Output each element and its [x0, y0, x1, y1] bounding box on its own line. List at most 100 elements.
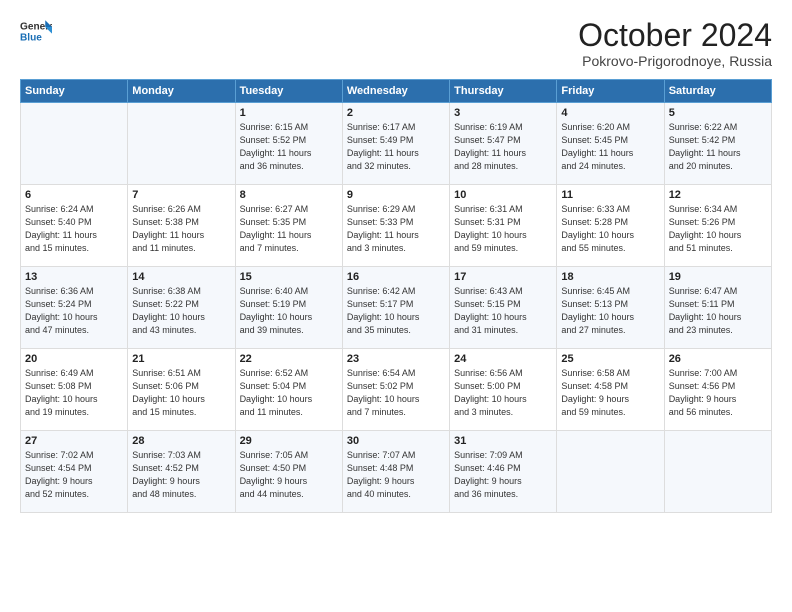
- day-number: 9: [347, 189, 445, 201]
- calendar-cell: 29 Sunrise: 7:05 AMSunset: 4:50 PMDayligh…: [235, 431, 342, 513]
- day-info: Sunrise: 6:58 AMSunset: 4:58 PMDaylight:…: [561, 367, 659, 419]
- day-info: Sunrise: 6:52 AMSunset: 5:04 PMDaylight:…: [240, 367, 338, 419]
- day-number: 3: [454, 107, 552, 119]
- calendar-week-1: 1 Sunrise: 6:15 AMSunset: 5:52 PMDaylight…: [21, 103, 772, 185]
- day-info: Sunrise: 6:36 AMSunset: 5:24 PMDaylight:…: [25, 285, 123, 337]
- calendar-cell: 17Sunrise: 6:43 AMSunset: 5:15 PMDayligh…: [450, 267, 557, 349]
- day-number: 13: [25, 271, 123, 283]
- day-number: 11: [561, 189, 659, 201]
- day-info: Sunrise: 6:45 AMSunset: 5:13 PMDaylight:…: [561, 285, 659, 337]
- day-info: Sunrise: 6:31 AMSunset: 5:31 PMDaylight:…: [454, 203, 552, 255]
- day-number: 6: [25, 189, 123, 201]
- calendar-cell: 5Sunrise: 6:22 AMSunset: 5:42 PMDaylight…: [664, 103, 771, 185]
- day-info: Sunrise: 6:24 AMSunset: 5:40 PMDaylight:…: [25, 203, 123, 255]
- day-number: 30: [347, 435, 445, 447]
- day-info: Sunrise: 6:27 AMSunset: 5:35 PMDaylight:…: [240, 203, 338, 255]
- calendar-cell: 11Sunrise: 6:33 AMSunset: 5:28 PMDayligh…: [557, 185, 664, 267]
- calendar-cell: [21, 103, 128, 185]
- calendar-cell: 14Sunrise: 6:38 AMSunset: 5:22 PMDayligh…: [128, 267, 235, 349]
- day-info: Sunrise: 6:19 AMSunset: 5:47 PMDaylight:…: [454, 121, 552, 173]
- calendar-cell: 9 Sunrise: 6:29 AMSunset: 5:33 PMDaylight…: [342, 185, 449, 267]
- calendar-cell: 18 Sunrise: 6:45 AMSunset: 5:13 PMDayligh…: [557, 267, 664, 349]
- calendar-cell: [664, 431, 771, 513]
- day-number: 10: [454, 189, 552, 201]
- calendar-cell: 3 Sunrise: 6:19 AMSunset: 5:47 PMDaylight…: [450, 103, 557, 185]
- calendar-cell: 12 Sunrise: 6:34 AMSunset: 5:26 PMDayligh…: [664, 185, 771, 267]
- svg-text:Blue: Blue: [20, 32, 42, 43]
- day-number: 18: [561, 271, 659, 283]
- day-number: 16: [347, 271, 445, 283]
- day-number: 28: [132, 435, 230, 447]
- day-number: 19: [669, 271, 767, 283]
- weekday-header-friday: Friday: [557, 80, 664, 103]
- day-number: 31: [454, 435, 552, 447]
- calendar-cell: [128, 103, 235, 185]
- day-number: 23: [347, 353, 445, 365]
- day-info: Sunrise: 6:54 AMSunset: 5:02 PMDaylight:…: [347, 367, 445, 419]
- calendar-cell: 21Sunrise: 6:51 AMSunset: 5:06 PMDayligh…: [128, 349, 235, 431]
- day-info: Sunrise: 6:43 AMSunset: 5:15 PMDaylight:…: [454, 285, 552, 337]
- page-header: General Blue October 2024 Pokrovo-Prigor…: [20, 18, 772, 69]
- day-number: 8: [240, 189, 338, 201]
- calendar-cell: 4 Sunrise: 6:20 AMSunset: 5:45 PMDaylight…: [557, 103, 664, 185]
- calendar-week-2: 6 Sunrise: 6:24 AMSunset: 5:40 PMDaylight…: [21, 185, 772, 267]
- day-info: Sunrise: 7:09 AMSunset: 4:46 PMDaylight:…: [454, 449, 552, 501]
- calendar-cell: 19 Sunrise: 6:47 AMSunset: 5:11 PMDayligh…: [664, 267, 771, 349]
- calendar-cell: 20 Sunrise: 6:49 AMSunset: 5:08 PMDayligh…: [21, 349, 128, 431]
- weekday-header-thursday: Thursday: [450, 80, 557, 103]
- day-number: 26: [669, 353, 767, 365]
- day-number: 25: [561, 353, 659, 365]
- day-info: Sunrise: 6:15 AMSunset: 5:52 PMDaylight:…: [240, 121, 338, 173]
- calendar-week-3: 13 Sunrise: 6:36 AMSunset: 5:24 PMDayligh…: [21, 267, 772, 349]
- calendar-cell: 24Sunrise: 6:56 AMSunset: 5:00 PMDayligh…: [450, 349, 557, 431]
- weekday-header-row: SundayMondayTuesdayWednesdayThursdayFrid…: [21, 80, 772, 103]
- day-info: Sunrise: 6:42 AMSunset: 5:17 PMDaylight:…: [347, 285, 445, 337]
- weekday-header-sunday: Sunday: [21, 80, 128, 103]
- logo: General Blue: [20, 18, 52, 46]
- day-info: Sunrise: 6:51 AMSunset: 5:06 PMDaylight:…: [132, 367, 230, 419]
- day-info: Sunrise: 6:26 AMSunset: 5:38 PMDaylight:…: [132, 203, 230, 255]
- calendar-cell: 1 Sunrise: 6:15 AMSunset: 5:52 PMDaylight…: [235, 103, 342, 185]
- day-number: 4: [561, 107, 659, 119]
- day-info: Sunrise: 6:47 AMSunset: 5:11 PMDaylight:…: [669, 285, 767, 337]
- day-info: Sunrise: 6:17 AMSunset: 5:49 PMDaylight:…: [347, 121, 445, 173]
- weekday-header-wednesday: Wednesday: [342, 80, 449, 103]
- calendar-cell: [557, 431, 664, 513]
- day-info: Sunrise: 6:49 AMSunset: 5:08 PMDaylight:…: [25, 367, 123, 419]
- calendar-cell: 6 Sunrise: 6:24 AMSunset: 5:40 PMDaylight…: [21, 185, 128, 267]
- day-info: Sunrise: 6:56 AMSunset: 5:00 PMDaylight:…: [454, 367, 552, 419]
- calendar-cell: 25 Sunrise: 6:58 AMSunset: 4:58 PMDayligh…: [557, 349, 664, 431]
- calendar-cell: 7 Sunrise: 6:26 AMSunset: 5:38 PMDaylight…: [128, 185, 235, 267]
- calendar-cell: 23 Sunrise: 6:54 AMSunset: 5:02 PMDayligh…: [342, 349, 449, 431]
- day-number: 1: [240, 107, 338, 119]
- day-info: Sunrise: 7:05 AMSunset: 4:50 PMDaylight:…: [240, 449, 338, 501]
- calendar-week-4: 20 Sunrise: 6:49 AMSunset: 5:08 PMDayligh…: [21, 349, 772, 431]
- calendar-cell: 30Sunrise: 7:07 AMSunset: 4:48 PMDayligh…: [342, 431, 449, 513]
- calendar-cell: 8 Sunrise: 6:27 AMSunset: 5:35 PMDaylight…: [235, 185, 342, 267]
- day-info: Sunrise: 7:03 AMSunset: 4:52 PMDaylight:…: [132, 449, 230, 501]
- calendar-cell: 10 Sunrise: 6:31 AMSunset: 5:31 PMDayligh…: [450, 185, 557, 267]
- day-info: Sunrise: 6:20 AMSunset: 5:45 PMDaylight:…: [561, 121, 659, 173]
- weekday-header-tuesday: Tuesday: [235, 80, 342, 103]
- day-number: 20: [25, 353, 123, 365]
- logo-icon: General Blue: [20, 18, 52, 46]
- day-number: 12: [669, 189, 767, 201]
- weekday-header-monday: Monday: [128, 80, 235, 103]
- title-block: October 2024 Pokrovo-Prigorodnoye, Russi…: [578, 18, 772, 69]
- calendar-cell: 16 Sunrise: 6:42 AMSunset: 5:17 PMDayligh…: [342, 267, 449, 349]
- day-number: 14: [132, 271, 230, 283]
- day-number: 22: [240, 353, 338, 365]
- day-info: Sunrise: 7:00 AMSunset: 4:56 PMDaylight:…: [669, 367, 767, 419]
- calendar-table: SundayMondayTuesdayWednesdayThursdayFrid…: [20, 79, 772, 513]
- calendar-cell: 15Sunrise: 6:40 AMSunset: 5:19 PMDayligh…: [235, 267, 342, 349]
- day-number: 29: [240, 435, 338, 447]
- day-info: Sunrise: 6:29 AMSunset: 5:33 PMDaylight:…: [347, 203, 445, 255]
- day-number: 7: [132, 189, 230, 201]
- calendar-week-5: 27Sunrise: 7:02 AMSunset: 4:54 PMDayligh…: [21, 431, 772, 513]
- day-info: Sunrise: 6:40 AMSunset: 5:19 PMDaylight:…: [240, 285, 338, 337]
- day-info: Sunrise: 6:34 AMSunset: 5:26 PMDaylight:…: [669, 203, 767, 255]
- calendar-cell: 27Sunrise: 7:02 AMSunset: 4:54 PMDayligh…: [21, 431, 128, 513]
- calendar-cell: 31 Sunrise: 7:09 AMSunset: 4:46 PMDayligh…: [450, 431, 557, 513]
- location: Pokrovo-Prigorodnoye, Russia: [578, 53, 772, 69]
- day-info: Sunrise: 7:02 AMSunset: 4:54 PMDaylight:…: [25, 449, 123, 501]
